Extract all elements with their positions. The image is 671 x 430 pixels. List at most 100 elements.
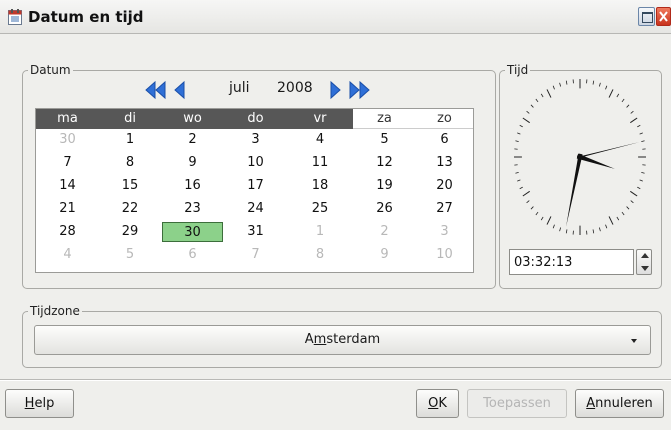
- calendar-day[interactable]: 20: [416, 176, 473, 196]
- calendar-day[interactable]: 5: [353, 130, 416, 150]
- clock-minute-tick: [530, 206, 534, 210]
- clock-hour-tick: [522, 190, 530, 197]
- clock-hour-tick: [630, 190, 638, 197]
- calendar-day[interactable]: 19: [353, 176, 416, 196]
- clock-minute-tick: [535, 98, 539, 103]
- prev-month-button[interactable]: [170, 80, 188, 100]
- calendar-day[interactable]: 6: [161, 245, 224, 265]
- calendar-day[interactable]: 1: [287, 222, 353, 242]
- spin-down-icon[interactable]: [641, 266, 649, 271]
- calendar-day[interactable]: 17: [224, 176, 287, 196]
- maximize-button[interactable]: [638, 7, 655, 26]
- clock-minute-tick: [616, 216, 620, 221]
- calendar-day[interactable]: 4: [287, 130, 353, 150]
- calendar-app-icon: [8, 9, 22, 25]
- calendar-day[interactable]: 5: [99, 245, 161, 265]
- calendar-day[interactable]: 27: [416, 199, 473, 219]
- ok-button[interactable]: OK: [416, 389, 459, 418]
- calendar-day[interactable]: 31: [224, 222, 287, 242]
- clock-minute-tick: [626, 104, 630, 108]
- calendar-day[interactable]: 29: [99, 222, 161, 242]
- calendar-day[interactable]: 22: [99, 199, 161, 219]
- calendar-day[interactable]: 26: [353, 199, 416, 219]
- calendar-day[interactable]: 4: [36, 245, 99, 265]
- time-input[interactable]: [509, 249, 634, 275]
- weekday-header-wo: wo: [161, 109, 224, 129]
- calendar-day[interactable]: 10: [224, 153, 287, 173]
- help-button[interactable]: Help: [5, 389, 74, 418]
- calendar-day[interactable]: 9: [353, 245, 416, 265]
- clock-minute-tick: [526, 200, 530, 204]
- calendar-day[interactable]: 30: [162, 222, 223, 242]
- prev-year-button[interactable]: [144, 80, 168, 100]
- weekday-header-vr: vr: [287, 109, 353, 129]
- timezone-value: Amsterdam: [304, 332, 381, 347]
- calendar-day[interactable]: 6: [416, 130, 473, 150]
- calendar-day[interactable]: 16: [161, 176, 224, 196]
- calendar-grid: ma di wo do vr za zo 30 1 2 3 4 5 6 7 8 9 10 11 12 13 14 15 16…: [35, 108, 474, 273]
- year-label[interactable]: 2008: [277, 80, 313, 96]
- next-month-button[interactable]: [327, 80, 345, 100]
- close-icon: [659, 11, 668, 22]
- calendar-day[interactable]: 8: [99, 153, 161, 173]
- clock-minute-tick: [535, 211, 539, 216]
- calendar-day[interactable]: 18: [287, 176, 353, 196]
- calendar-day[interactable]: 1: [99, 130, 161, 150]
- calendar-day[interactable]: 21: [36, 199, 99, 219]
- calendar-day[interactable]: 2: [353, 222, 416, 242]
- clock-minute-tick: [621, 211, 625, 216]
- clock-minute-tick: [639, 179, 643, 182]
- calendar-day[interactable]: 25: [287, 199, 353, 219]
- calendar-day[interactable]: 9: [161, 153, 224, 173]
- clock-minute-tick: [559, 227, 562, 232]
- clock-hour-tick: [608, 89, 614, 98]
- weekday-header-do: do: [224, 109, 287, 129]
- month-label[interactable]: juli: [229, 80, 250, 96]
- calendar-day[interactable]: 7: [36, 153, 99, 173]
- calendar-day[interactable]: 15: [99, 176, 161, 196]
- clock-minute-tick: [598, 82, 601, 87]
- close-button[interactable]: [656, 7, 671, 26]
- cancel-button[interactable]: Annuleren: [575, 389, 664, 418]
- title-bar: Datum en tijd: [0, 0, 671, 34]
- spin-up-icon[interactable]: [641, 253, 649, 258]
- calendar-day[interactable]: 11: [287, 153, 353, 173]
- clock-minute-tick: [552, 224, 555, 229]
- calendar-day[interactable]: 13: [416, 153, 473, 173]
- clock-minute-tick: [630, 200, 634, 204]
- calendar-day[interactable]: 24: [224, 199, 287, 219]
- clock-minute-tick: [592, 80, 595, 85]
- clock-minute-tick: [598, 227, 601, 232]
- clock-minute-tick: [637, 124, 641, 128]
- clock-hour-tick: [522, 117, 530, 124]
- clock-minute-tick: [540, 216, 544, 221]
- calendar-day[interactable]: 28: [36, 222, 99, 242]
- clock-hour-tick: [630, 117, 638, 124]
- calendar-day[interactable]: 8: [287, 245, 353, 265]
- calendar-day[interactable]: 30: [36, 130, 99, 150]
- calendar-day[interactable]: 7: [224, 245, 287, 265]
- apply-button[interactable]: Toepassen: [467, 389, 567, 418]
- time-spin-buttons[interactable]: [636, 249, 652, 275]
- calendar-day[interactable]: 2: [161, 130, 224, 150]
- left-arrow-icon: [174, 80, 185, 100]
- clock-minute-tick: [559, 82, 562, 87]
- calendar-day[interactable]: 12: [353, 153, 416, 173]
- calendar-day[interactable]: 10: [416, 245, 473, 265]
- clock-minute-tick: [592, 229, 595, 234]
- clock-center: [577, 154, 583, 160]
- analog-clock: [514, 79, 646, 235]
- calendar-day[interactable]: 3: [416, 222, 473, 242]
- next-year-button[interactable]: [347, 80, 371, 100]
- clock-minute-tick: [515, 172, 519, 174]
- timezone-combobox[interactable]: Amsterdam: [34, 325, 651, 355]
- clock-minute-tick: [605, 224, 608, 229]
- calendar-day[interactable]: 3: [224, 130, 287, 150]
- time-spinbox: [509, 249, 652, 275]
- clock-minute-tick: [526, 110, 530, 114]
- calendar-day[interactable]: 14: [36, 176, 99, 196]
- clock-hour-tick: [546, 89, 552, 98]
- calendar-day[interactable]: 23: [161, 199, 224, 219]
- weekday-header-ma: ma: [36, 109, 99, 129]
- second-hand: [579, 142, 640, 158]
